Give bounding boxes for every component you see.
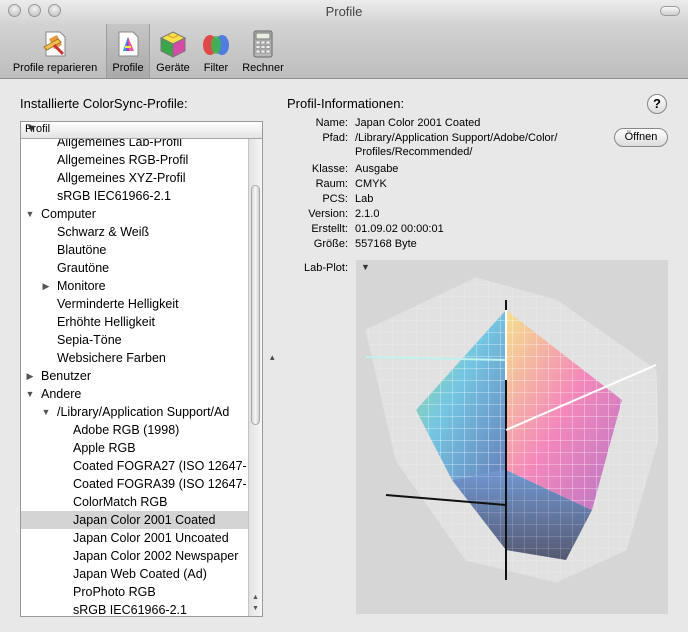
profile-list-item[interactable]: sRGB IEC61966-2.1 xyxy=(21,601,248,617)
toolbar-label: Filter xyxy=(203,62,229,74)
toolbar: Profile reparieren Profile Geräte Filter xyxy=(0,24,688,79)
disclosure-expanded-icon[interactable]: ▼ xyxy=(25,385,35,403)
profile-group-row[interactable]: ▶ Monitore xyxy=(21,277,248,295)
profile-list-item[interactable]: Sepia-Töne xyxy=(21,331,248,349)
installed-profiles-heading: Installierte ColorSync-Profile: xyxy=(20,96,188,111)
profile-group-row[interactable]: ▼ Andere xyxy=(21,385,248,403)
profile-item-label: Japan Color 2001 Uncoated xyxy=(73,531,229,545)
profile-item-label: Monitore xyxy=(57,279,106,293)
repair-profile-icon xyxy=(43,31,66,57)
lab-gamut-graphic xyxy=(365,277,659,583)
profile-list-item[interactable]: Japan Color 2001 Uncoated xyxy=(21,529,248,547)
profile-list-item[interactable]: Apple RGB xyxy=(21,439,248,457)
profile-list-item[interactable]: ColorMatch RGB xyxy=(21,493,248,511)
profile-list-item[interactable]: Adobe RGB (1998) xyxy=(21,421,248,439)
profile-item-label: Apple RGB xyxy=(73,441,136,455)
profile-group-row[interactable]: ▶ Benutzer xyxy=(21,367,248,385)
profile-item-label: Sepia-Töne xyxy=(57,333,122,347)
lab-plot-view[interactable] xyxy=(356,260,668,614)
profile-list-item[interactable]: Japan Color 2001 Coated xyxy=(21,511,248,529)
class-value: Ausgabe xyxy=(355,163,399,175)
profile-list-item[interactable]: ProPhoto RGB xyxy=(21,583,248,601)
profile-item-label: ProPhoto RGB xyxy=(73,585,156,599)
toolbar-label: Rechner xyxy=(242,62,284,74)
profile-item-label: Coated FOGRA27 (ISO 12647- xyxy=(73,459,247,473)
toolbar-label: Geräte xyxy=(156,62,190,74)
profile-item-label: Japan Color 2002 Newspaper xyxy=(73,549,239,563)
profile-item-label: Coated FOGRA39 (ISO 12647- xyxy=(73,477,247,491)
toolbar-calculator-button[interactable]: Rechner xyxy=(238,24,288,78)
toolbar-filter-button[interactable]: Filter xyxy=(196,24,236,78)
scroll-down-arrow-icon[interactable]: ▼ xyxy=(250,604,261,614)
profile-list-item[interactable]: Japan Color 2002 Newspaper xyxy=(21,547,248,565)
profile-list-item[interactable]: Verminderte Helligkeit xyxy=(21,295,248,313)
help-button[interactable]: ? xyxy=(647,94,667,114)
profile-list-item[interactable]: Coated FOGRA27 (ISO 12647- xyxy=(21,457,248,475)
profile-item-label: ColorMatch RGB xyxy=(73,495,168,509)
toolbar-profiles-button[interactable]: Profile xyxy=(106,24,150,78)
profile-icon xyxy=(118,31,139,57)
profile-item-label: Erhöhte Helligkeit xyxy=(57,315,155,329)
name-value: Japan Color 2001 Coated xyxy=(355,117,481,129)
space-value: CMYK xyxy=(355,178,387,190)
disclosure-collapsed-icon[interactable]: ▶ xyxy=(41,277,51,295)
open-button[interactable]: Öffnen xyxy=(614,128,668,147)
space-label: Raum: xyxy=(315,178,348,190)
toolbar-repair-profiles-button[interactable]: Profile reparieren xyxy=(6,24,104,78)
profile-item-label: /Library/Application Support/Ad xyxy=(57,405,230,419)
path-value-line2: Profiles/Recommended/ xyxy=(355,146,473,158)
created-value: 01.09.02 00:00:01 xyxy=(355,223,444,235)
toolbar-label: Profile reparieren xyxy=(12,62,98,74)
profile-info-heading: Profil-Informationen: xyxy=(287,96,405,111)
filter-icon xyxy=(203,35,229,55)
path-value: /Library/Application Support/Adobe/Color… xyxy=(355,132,558,144)
devices-icon xyxy=(159,31,187,58)
path-label: Pfad: xyxy=(322,132,348,144)
lab-plot-label: Lab-Plot: xyxy=(303,262,348,274)
profile-item-label: Verminderte Helligkeit xyxy=(57,297,179,311)
toolbar-label: Profile xyxy=(112,62,144,74)
created-label: Erstellt: xyxy=(311,223,348,235)
profile-list-item[interactable]: Websichere Farben xyxy=(21,349,248,367)
profile-item-label: Japan Color 2001 Coated xyxy=(73,513,216,527)
version-label: Version: xyxy=(308,208,348,220)
toolbar-devices-button[interactable]: Geräte xyxy=(152,24,194,78)
profile-item-label: Benutzer xyxy=(41,369,92,383)
toolbar-toggle-button[interactable] xyxy=(660,6,680,16)
profile-list-item[interactable]: Coated FOGRA39 (ISO 12647- xyxy=(21,475,248,493)
split-view-handle-icon[interactable]: ▴ xyxy=(270,352,275,363)
window-title: Profile xyxy=(325,4,363,19)
name-label: Name: xyxy=(315,117,348,129)
profile-item-label: Japan Web Coated (Ad) xyxy=(73,567,207,581)
scroll-thumb[interactable] xyxy=(251,185,260,425)
profile-item-label: sRGB IEC61966-2.1 xyxy=(73,603,187,617)
class-label: Klasse: xyxy=(311,163,348,175)
profile-item-label: Websichere Farben xyxy=(57,351,166,365)
profile-item-label: Andere xyxy=(41,387,82,401)
calculator-icon xyxy=(253,30,273,58)
pcs-value: Lab xyxy=(355,193,374,205)
profile-group-row[interactable]: ▼ /Library/Application Support/Ad xyxy=(21,403,248,421)
pcs-label: PCS: xyxy=(322,193,348,205)
profile-list-item[interactable]: Japan Web Coated (Ad) xyxy=(21,565,248,583)
size-value: 557168 Byte xyxy=(355,238,417,250)
size-label: Größe: xyxy=(313,238,348,250)
disclosure-collapsed-icon[interactable]: ▶ xyxy=(25,367,35,385)
disclosure-expanded-icon[interactable]: ▼ xyxy=(41,403,51,421)
title-bar: Profile xyxy=(0,0,688,24)
version-value: 2.1.0 xyxy=(355,208,380,220)
profile-item-label: Grautöne xyxy=(57,261,110,275)
profile-item-label: Adobe RGB (1998) xyxy=(73,423,180,437)
profile-list-item[interactable]: Erhöhte Helligkeit xyxy=(21,313,248,331)
scroll-up-arrow-icon[interactable]: ▲ xyxy=(250,593,261,603)
profile-list-item[interactable]: Grautöne xyxy=(21,259,248,277)
lab-plot-menu-icon[interactable]: ▼ xyxy=(361,262,370,272)
